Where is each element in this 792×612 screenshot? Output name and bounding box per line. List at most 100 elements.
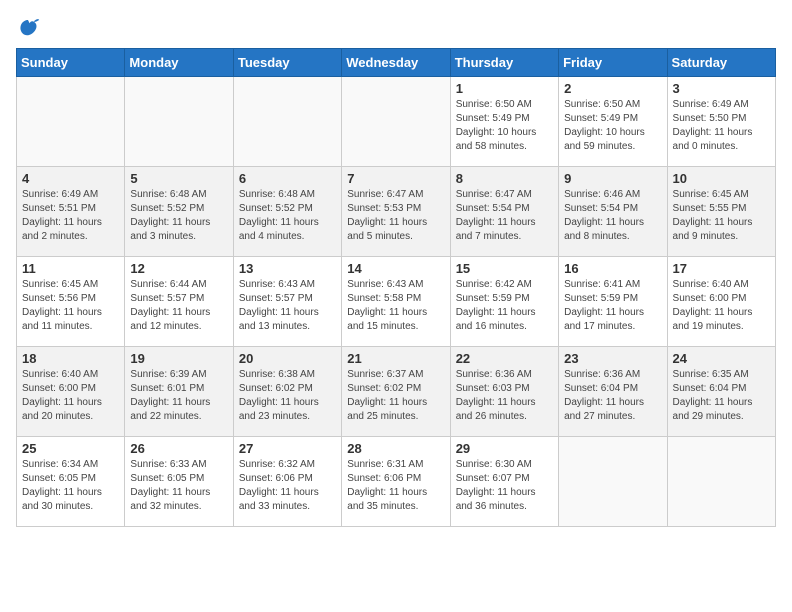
day-cell: 11 Sunrise: 6:45 AM Sunset: 5:56 PM Dayli… [17, 257, 125, 347]
day-cell: 29 Sunrise: 6:30 AM Sunset: 6:07 PM Dayli… [450, 437, 558, 527]
day-number: 11 [22, 261, 119, 276]
day-info: Sunrise: 6:42 AM Sunset: 5:59 PM Dayligh… [456, 278, 553, 334]
day-number: 10 [673, 171, 770, 186]
day-cell [342, 77, 450, 167]
day-info: Sunrise: 6:48 AM Sunset: 5:52 PM Dayligh… [130, 188, 227, 244]
day-cell: 1 Sunrise: 6:50 AM Sunset: 5:49 PM Daylig… [450, 77, 558, 167]
day-cell: 28 Sunrise: 6:31 AM Sunset: 6:06 PM Dayli… [342, 437, 450, 527]
header-tuesday: Tuesday [233, 49, 341, 77]
day-info: Sunrise: 6:36 AM Sunset: 6:03 PM Dayligh… [456, 368, 553, 424]
day-number: 14 [347, 261, 444, 276]
day-cell: 24 Sunrise: 6:35 AM Sunset: 6:04 PM Dayli… [667, 347, 775, 437]
calendar-header-row: SundayMondayTuesdayWednesdayThursdayFrid… [17, 49, 776, 77]
day-cell: 19Sunrise: 6:39 AM Sunset: 6:01 PM Dayli… [125, 347, 233, 437]
day-cell: 2 Sunrise: 6:50 AM Sunset: 5:49 PM Daylig… [559, 77, 667, 167]
day-info: Sunrise: 6:50 AM Sunset: 5:49 PM Dayligh… [564, 98, 661, 154]
day-cell: 9Sunrise: 6:46 AM Sunset: 5:54 PM Daylig… [559, 167, 667, 257]
day-cell: 3 Sunrise: 6:49 AM Sunset: 5:50 PM Daylig… [667, 77, 775, 167]
day-cell: 7 Sunrise: 6:47 AM Sunset: 5:53 PM Daylig… [342, 167, 450, 257]
day-info: Sunrise: 6:30 AM Sunset: 6:07 PM Dayligh… [456, 458, 553, 514]
day-info: Sunrise: 6:34 AM Sunset: 6:05 PM Dayligh… [22, 458, 119, 514]
day-info: Sunrise: 6:45 AM Sunset: 5:56 PM Dayligh… [22, 278, 119, 334]
week-row-3: 18 Sunrise: 6:40 AM Sunset: 6:00 PM Dayli… [17, 347, 776, 437]
logo-bird-icon [16, 16, 40, 40]
day-cell: 20Sunrise: 6:38 AM Sunset: 6:02 PM Dayli… [233, 347, 341, 437]
day-cell: 15 Sunrise: 6:42 AM Sunset: 5:59 PM Dayli… [450, 257, 558, 347]
day-number: 3 [673, 81, 770, 96]
header-thursday: Thursday [450, 49, 558, 77]
week-row-1: 4 Sunrise: 6:49 AM Sunset: 5:51 PM Daylig… [17, 167, 776, 257]
week-row-0: 1 Sunrise: 6:50 AM Sunset: 5:49 PM Daylig… [17, 77, 776, 167]
day-cell [17, 77, 125, 167]
day-number: 21 [347, 351, 444, 366]
day-info: Sunrise: 6:47 AM Sunset: 5:53 PM Dayligh… [347, 188, 444, 244]
header-wednesday: Wednesday [342, 49, 450, 77]
day-cell: 16 Sunrise: 6:41 AM Sunset: 5:59 PM Dayli… [559, 257, 667, 347]
day-number: 17 [673, 261, 770, 276]
day-number: 8 [456, 171, 553, 186]
day-cell: 27 Sunrise: 6:32 AM Sunset: 6:06 PM Dayli… [233, 437, 341, 527]
day-number: 1 [456, 81, 553, 96]
day-info: Sunrise: 6:35 AM Sunset: 6:04 PM Dayligh… [673, 368, 770, 424]
day-number: 22 [456, 351, 553, 366]
day-cell: 26Sunrise: 6:33 AM Sunset: 6:05 PM Dayli… [125, 437, 233, 527]
day-cell: 10 Sunrise: 6:45 AM Sunset: 5:55 PM Dayli… [667, 167, 775, 257]
day-info: Sunrise: 6:44 AM Sunset: 5:57 PM Dayligh… [130, 278, 227, 334]
logo [16, 16, 44, 40]
day-cell [667, 437, 775, 527]
day-number: 27 [239, 441, 336, 456]
day-number: 29 [456, 441, 553, 456]
day-cell: 17 Sunrise: 6:40 AM Sunset: 6:00 PM Dayli… [667, 257, 775, 347]
day-cell: 23 Sunrise: 6:36 AM Sunset: 6:04 PM Dayli… [559, 347, 667, 437]
day-number: 4 [22, 171, 119, 186]
day-info: Sunrise: 6:36 AM Sunset: 6:04 PM Dayligh… [564, 368, 661, 424]
day-info: Sunrise: 6:49 AM Sunset: 5:50 PM Dayligh… [673, 98, 770, 154]
day-info: Sunrise: 6:32 AM Sunset: 6:06 PM Dayligh… [239, 458, 336, 514]
day-number: 16 [564, 261, 661, 276]
day-number: 25 [22, 441, 119, 456]
day-info: Sunrise: 6:41 AM Sunset: 5:59 PM Dayligh… [564, 278, 661, 334]
day-number: 9 [564, 171, 661, 186]
day-info: Sunrise: 6:50 AM Sunset: 5:49 PM Dayligh… [456, 98, 553, 154]
day-info: Sunrise: 6:37 AM Sunset: 6:02 PM Dayligh… [347, 368, 444, 424]
day-number: 26 [130, 441, 227, 456]
day-number: 6 [239, 171, 336, 186]
day-number: 2 [564, 81, 661, 96]
day-info: Sunrise: 6:43 AM Sunset: 5:57 PM Dayligh… [239, 278, 336, 334]
day-info: Sunrise: 6:31 AM Sunset: 6:06 PM Dayligh… [347, 458, 444, 514]
header-monday: Monday [125, 49, 233, 77]
day-cell [233, 77, 341, 167]
day-number: 28 [347, 441, 444, 456]
page-header [16, 16, 776, 40]
day-info: Sunrise: 6:43 AM Sunset: 5:58 PM Dayligh… [347, 278, 444, 334]
day-cell: 5 Sunrise: 6:48 AM Sunset: 5:52 PM Daylig… [125, 167, 233, 257]
day-number: 18 [22, 351, 119, 366]
day-cell: 12Sunrise: 6:44 AM Sunset: 5:57 PM Dayli… [125, 257, 233, 347]
header-friday: Friday [559, 49, 667, 77]
day-number: 13 [239, 261, 336, 276]
day-cell: 25 Sunrise: 6:34 AM Sunset: 6:05 PM Dayli… [17, 437, 125, 527]
day-cell: 18 Sunrise: 6:40 AM Sunset: 6:00 PM Dayli… [17, 347, 125, 437]
day-number: 19 [130, 351, 227, 366]
day-number: 5 [130, 171, 227, 186]
day-info: Sunrise: 6:49 AM Sunset: 5:51 PM Dayligh… [22, 188, 119, 244]
day-info: Sunrise: 6:45 AM Sunset: 5:55 PM Dayligh… [673, 188, 770, 244]
day-number: 20 [239, 351, 336, 366]
week-row-2: 11 Sunrise: 6:45 AM Sunset: 5:56 PM Dayli… [17, 257, 776, 347]
day-info: Sunrise: 6:40 AM Sunset: 6:00 PM Dayligh… [22, 368, 119, 424]
header-saturday: Saturday [667, 49, 775, 77]
day-cell: 14 Sunrise: 6:43 AM Sunset: 5:58 PM Dayli… [342, 257, 450, 347]
day-cell: 13 Sunrise: 6:43 AM Sunset: 5:57 PM Dayli… [233, 257, 341, 347]
day-info: Sunrise: 6:40 AM Sunset: 6:00 PM Dayligh… [673, 278, 770, 334]
calendar-table: SundayMondayTuesdayWednesdayThursdayFrid… [16, 48, 776, 527]
week-row-4: 25 Sunrise: 6:34 AM Sunset: 6:05 PM Dayli… [17, 437, 776, 527]
day-number: 24 [673, 351, 770, 366]
day-cell: 21 Sunrise: 6:37 AM Sunset: 6:02 PM Dayli… [342, 347, 450, 437]
day-cell: 4 Sunrise: 6:49 AM Sunset: 5:51 PM Daylig… [17, 167, 125, 257]
day-info: Sunrise: 6:47 AM Sunset: 5:54 PM Dayligh… [456, 188, 553, 244]
header-sunday: Sunday [17, 49, 125, 77]
day-number: 23 [564, 351, 661, 366]
day-number: 7 [347, 171, 444, 186]
day-number: 15 [456, 261, 553, 276]
day-cell [125, 77, 233, 167]
